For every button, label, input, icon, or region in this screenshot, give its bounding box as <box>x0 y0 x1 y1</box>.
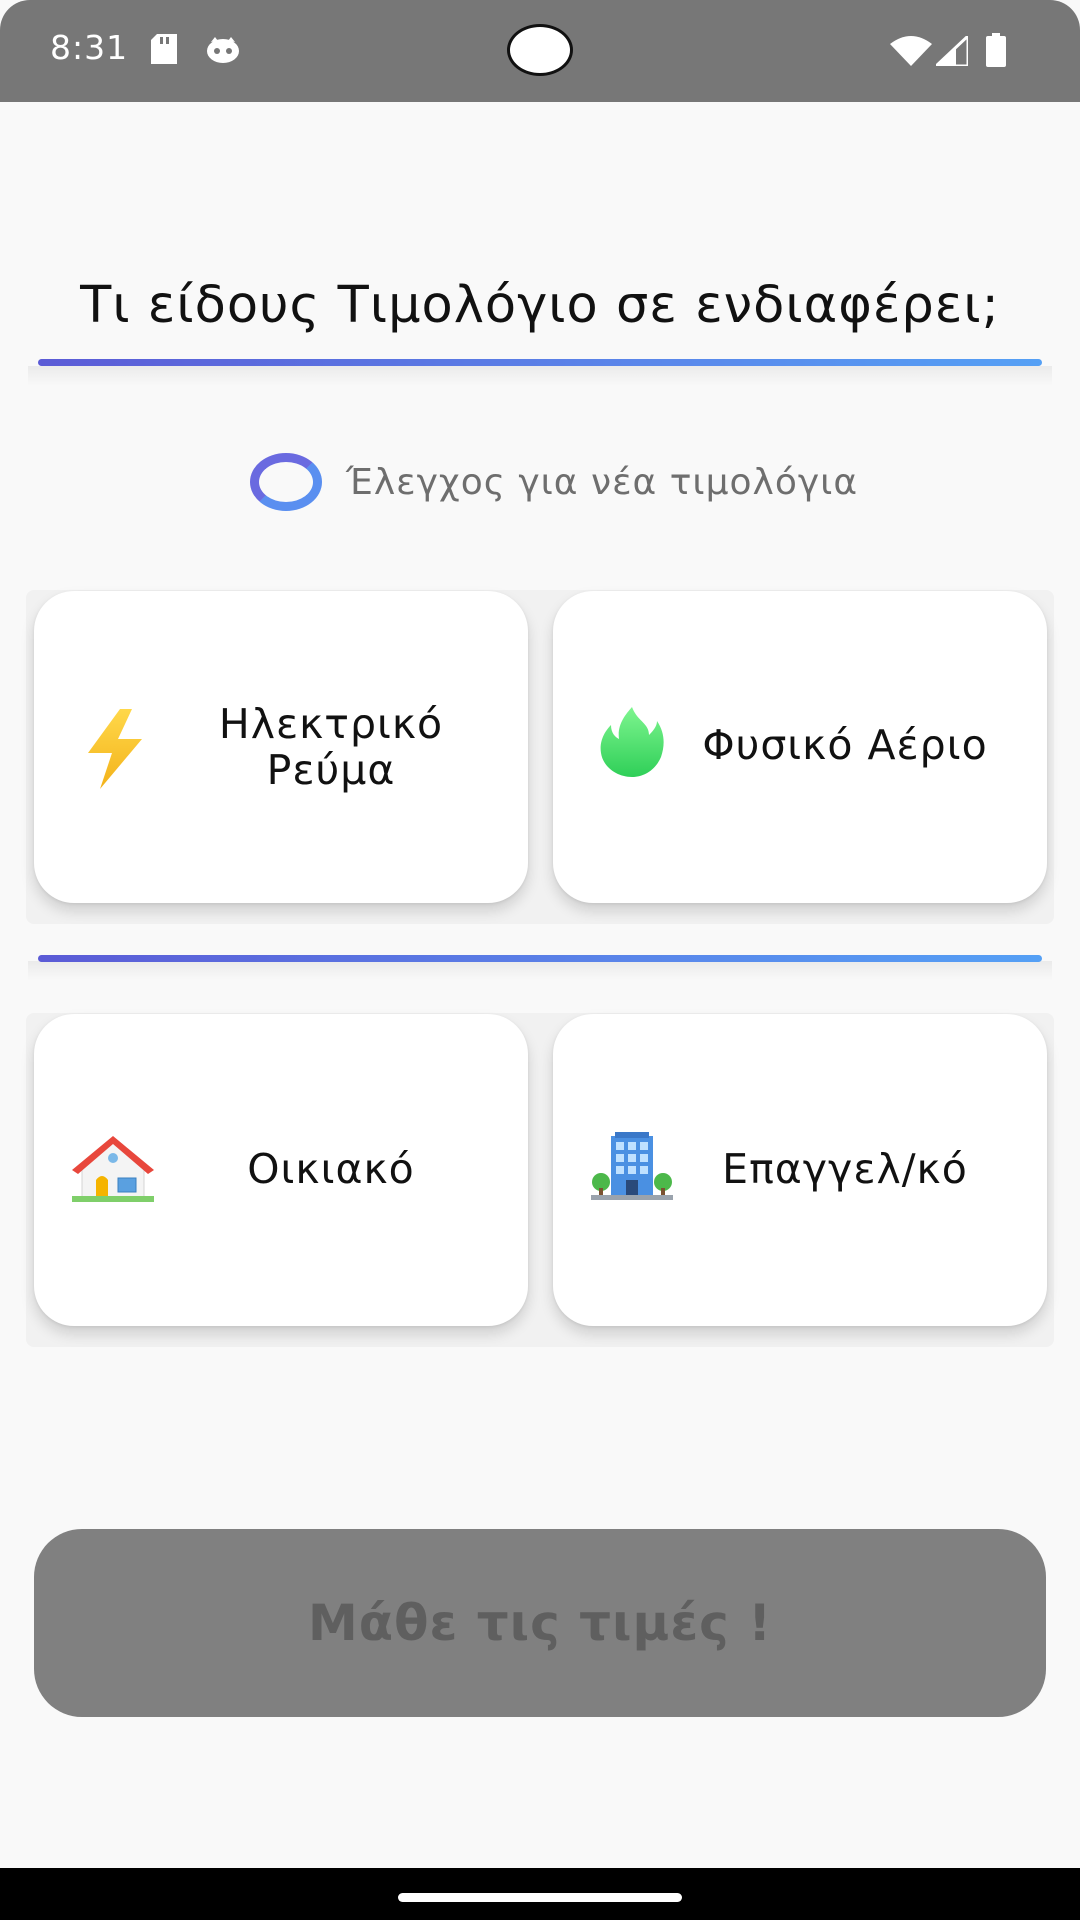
status-bar: 8:31 <box>0 0 1080 102</box>
flame-icon <box>599 707 679 787</box>
title-divider <box>38 359 1042 366</box>
section-divider <box>38 955 1042 962</box>
check-new-invoices-toggle[interactable]: Έλεγχος για νέα τιμολόγια <box>250 452 858 512</box>
battery-icon <box>986 33 1006 71</box>
signal-icon <box>932 32 970 70</box>
card-electricity-label: Ηλεκτρικό Ρεύμα <box>218 700 444 794</box>
get-prices-button[interactable]: Μάθε τις τιμές ! <box>34 1529 1046 1717</box>
card-business[interactable]: Επαγγελ/κό <box>553 1014 1047 1326</box>
page-title: Τι είδους Τιμολόγιο σε ενδιαφέρει; <box>80 276 1000 335</box>
status-time: 8:31 <box>50 28 129 67</box>
office-building-icon <box>591 1132 673 1212</box>
home-gesture-handle[interactable] <box>398 1893 682 1902</box>
camera-cutout <box>507 24 573 76</box>
divider-shadow <box>28 366 1052 386</box>
card-residential-label: Οικιακό <box>247 1145 415 1193</box>
radio-circle-icon[interactable] <box>250 453 322 511</box>
app-screen: 8:31 Τι είδους Τιμολόγιο σε ενδιαφέρει; … <box>0 0 1080 1920</box>
sd-card-icon <box>151 34 177 68</box>
card-electricity[interactable]: Ηλεκτρικό Ρεύμα <box>34 591 528 903</box>
card-natural-gas-label: Φυσικό Αέριο <box>702 721 988 769</box>
divider-shadow <box>28 961 1052 981</box>
card-business-label: Επαγγελ/κό <box>722 1145 968 1193</box>
house-icon <box>72 1136 154 1216</box>
card-residential[interactable]: Οικιακό <box>34 1014 528 1326</box>
get-prices-button-label: Μάθε τις τιμές ! <box>308 1594 772 1652</box>
check-new-invoices-label: Έλεγχος για νέα τιμολόγια <box>346 461 859 503</box>
wifi-icon <box>890 36 932 70</box>
card-natural-gas[interactable]: Φυσικό Αέριο <box>553 591 1047 903</box>
notification-face-icon <box>206 36 240 68</box>
lightning-icon <box>80 709 160 789</box>
